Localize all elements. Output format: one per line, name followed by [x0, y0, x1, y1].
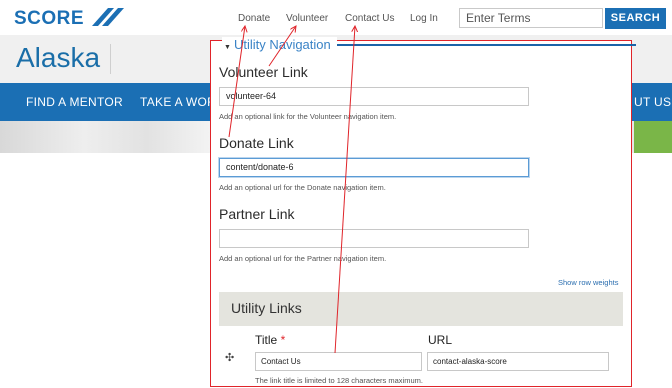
- site-logo[interactable]: SCORE: [14, 8, 84, 30]
- link-url-input[interactable]: contact-alaska-score: [427, 352, 609, 371]
- nav-item-about-us[interactable]: UT US: [634, 95, 671, 109]
- url-column-header: URL: [428, 333, 453, 347]
- donate-link-help: Add an optional url for the Donate navig…: [219, 183, 386, 192]
- utility-links-title: Utility Links: [231, 300, 302, 316]
- site-title: Alaska: [16, 42, 101, 73]
- drag-handle-icon[interactable]: ✣: [225, 351, 234, 364]
- donate-link-label: Donate Link: [219, 135, 294, 151]
- title-column-label: Title: [255, 333, 278, 347]
- nav-item-find-a-mentor[interactable]: FIND A MENTOR: [26, 95, 123, 109]
- util-link-contact-us[interactable]: Contact Us: [345, 13, 394, 24]
- partner-link-input[interactable]: [219, 229, 529, 248]
- fieldset-legend-label: Utility Navigation: [233, 37, 331, 52]
- volunteer-link-help: Add an optional link for the Volunteer n…: [219, 112, 397, 121]
- required-marker: *: [280, 333, 286, 347]
- link-title-input[interactable]: Contact Us: [255, 352, 422, 371]
- title-divider: [110, 44, 111, 74]
- partner-link-help: Add an optional url for the Partner navi…: [219, 254, 387, 263]
- logo-arrows-icon: [92, 8, 124, 26]
- volunteer-link-label: Volunteer Link: [219, 64, 308, 80]
- volunteer-link-input[interactable]: volunteer-64: [219, 87, 529, 106]
- title-limit-help: The link title is limited to 128 charact…: [255, 376, 423, 385]
- hero-image: [0, 121, 210, 153]
- nav-item-take-a-workshop[interactable]: TAKE A WOR: [140, 95, 216, 109]
- partner-link-label: Partner Link: [219, 206, 295, 222]
- util-link-log-in[interactable]: Log In: [410, 13, 438, 24]
- hero-accent-green: [634, 121, 672, 153]
- show-row-weights-link[interactable]: Show row weights: [558, 278, 618, 287]
- util-link-volunteer[interactable]: Volunteer: [286, 13, 328, 24]
- search-input[interactable]: Enter Terms: [459, 8, 603, 28]
- title-column-header: Title *: [255, 333, 285, 347]
- collapse-triangle-icon: ▼: [224, 44, 231, 51]
- fieldset-legend[interactable]: ▼ Utility Navigation: [222, 37, 337, 52]
- util-link-donate[interactable]: Donate: [238, 13, 270, 24]
- donate-link-input[interactable]: content/donate-6: [219, 158, 529, 177]
- search-button[interactable]: SEARCH: [605, 8, 666, 29]
